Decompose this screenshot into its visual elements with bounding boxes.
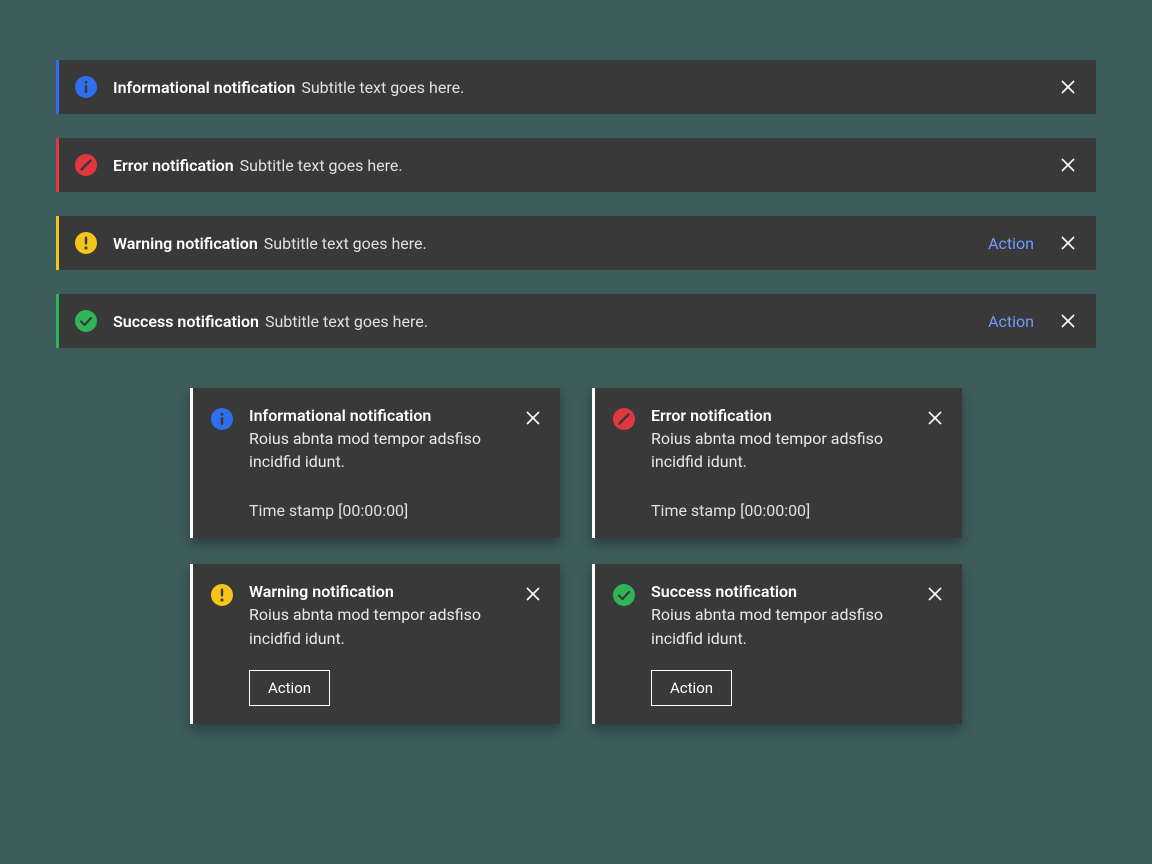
inline-notification-list: Informational notification Subtitle text… bbox=[56, 60, 1096, 348]
inline-notification-info: Informational notification Subtitle text… bbox=[56, 60, 1096, 114]
inline-notification-warning: Warning notification Subtitle text goes … bbox=[56, 216, 1096, 270]
error-icon bbox=[75, 154, 97, 176]
notification-text: Informational notification Subtitle text… bbox=[113, 78, 1056, 97]
notification-subtitle: Subtitle text goes here. bbox=[264, 234, 427, 253]
toast-body: Roius abnta mod tempor adsfiso incidfid … bbox=[249, 603, 514, 649]
close-icon bbox=[924, 583, 946, 605]
toast-notification-info: Informational notification Roius abnta m… bbox=[190, 388, 560, 538]
toast-body: Roius abnta mod tempor adsfiso incidfid … bbox=[651, 427, 916, 473]
close-icon bbox=[1057, 76, 1079, 98]
close-button[interactable] bbox=[1056, 153, 1080, 177]
close-button[interactable] bbox=[522, 406, 544, 430]
toast-title: Error notification bbox=[651, 406, 916, 425]
notification-text: Warning notification Subtitle text goes … bbox=[113, 234, 988, 253]
toast-body: Roius abnta mod tempor adsfiso incidfid … bbox=[249, 427, 514, 473]
error-icon bbox=[613, 408, 635, 430]
close-button[interactable] bbox=[1056, 231, 1080, 255]
notification-text: Success notification Subtitle text goes … bbox=[113, 312, 988, 331]
toast-title: Warning notification bbox=[249, 582, 514, 601]
close-icon bbox=[1057, 154, 1079, 176]
toast-timestamp: Time stamp [00:00:00] bbox=[249, 501, 544, 520]
notification-title: Warning notification bbox=[113, 234, 258, 253]
notification-text: Error notification Subtitle text goes he… bbox=[113, 156, 1056, 175]
info-icon bbox=[75, 76, 97, 98]
notification-subtitle: Subtitle text goes here. bbox=[240, 156, 403, 175]
notification-title: Error notification bbox=[113, 156, 234, 175]
warning-icon bbox=[211, 584, 233, 606]
close-button[interactable] bbox=[924, 582, 946, 606]
action-link[interactable]: Action bbox=[988, 312, 1034, 331]
success-icon bbox=[613, 584, 635, 606]
warning-icon bbox=[75, 232, 97, 254]
action-button[interactable]: Action bbox=[249, 670, 330, 706]
success-icon bbox=[75, 310, 97, 332]
close-icon bbox=[1057, 232, 1079, 254]
close-button[interactable] bbox=[924, 406, 946, 430]
action-button[interactable]: Action bbox=[651, 670, 732, 706]
close-icon bbox=[1057, 310, 1079, 332]
info-icon bbox=[211, 408, 233, 430]
inline-notification-error: Error notification Subtitle text goes he… bbox=[56, 138, 1096, 192]
close-button[interactable] bbox=[1056, 309, 1080, 333]
action-link[interactable]: Action bbox=[988, 234, 1034, 253]
toast-title: Success notification bbox=[651, 582, 916, 601]
toast-body: Roius abnta mod tempor adsfiso incidfid … bbox=[651, 603, 916, 649]
toast-notification-error: Error notification Roius abnta mod tempo… bbox=[592, 388, 962, 538]
toast-title: Informational notification bbox=[249, 406, 514, 425]
close-icon bbox=[522, 407, 544, 429]
close-button[interactable] bbox=[1056, 75, 1080, 99]
notification-title: Informational notification bbox=[113, 78, 295, 97]
close-icon bbox=[522, 583, 544, 605]
toast-notification-warning: Warning notification Roius abnta mod tem… bbox=[190, 564, 560, 723]
notification-subtitle: Subtitle text goes here. bbox=[301, 78, 464, 97]
toast-notification-success: Success notification Roius abnta mod tem… bbox=[592, 564, 962, 723]
close-icon bbox=[924, 407, 946, 429]
toast-timestamp: Time stamp [00:00:00] bbox=[651, 501, 946, 520]
inline-notification-success: Success notification Subtitle text goes … bbox=[56, 294, 1096, 348]
notification-subtitle: Subtitle text goes here. bbox=[265, 312, 428, 331]
notification-title: Success notification bbox=[113, 312, 259, 331]
close-button[interactable] bbox=[522, 582, 544, 606]
toast-notification-grid: Informational notification Roius abnta m… bbox=[190, 388, 962, 724]
